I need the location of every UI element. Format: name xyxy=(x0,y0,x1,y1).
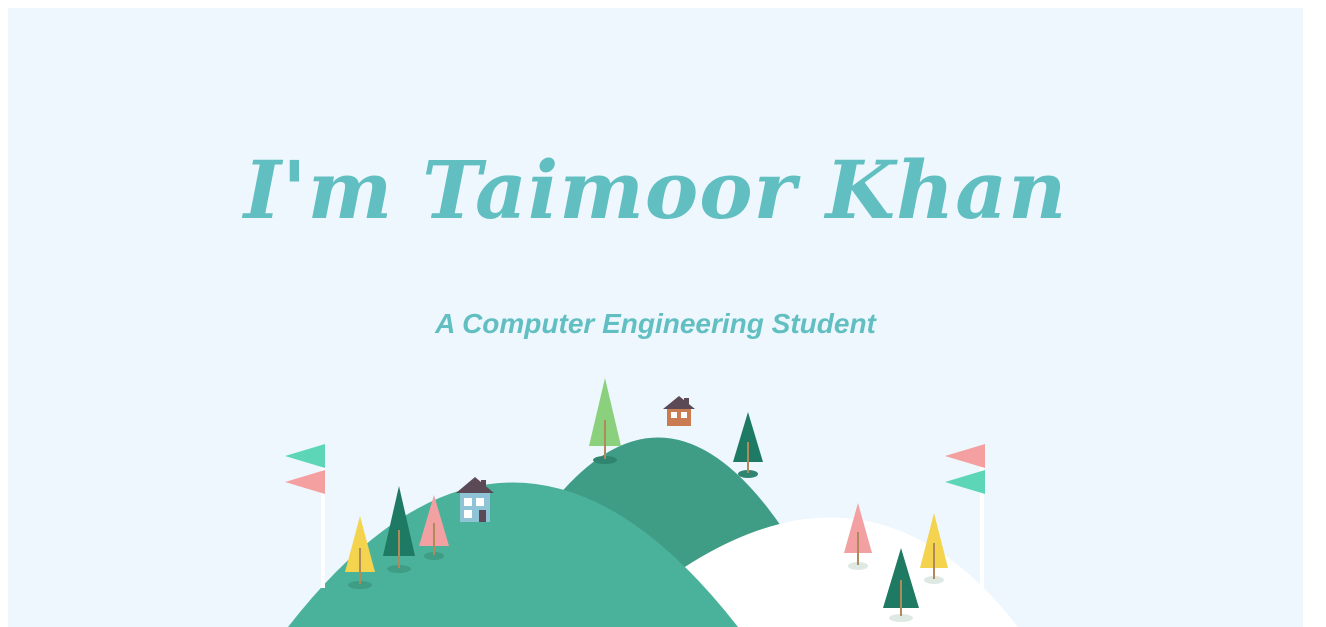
tree-icon xyxy=(733,412,763,478)
hero-title: I'm Taimoor Khan xyxy=(243,143,1068,237)
house-icon xyxy=(456,477,494,522)
house-icon xyxy=(663,396,695,426)
hero-subtitle: A Computer Engineering Student xyxy=(435,308,876,339)
left-flag-icon xyxy=(285,444,325,588)
hero-section: I'm Taimoor Khan A Computer Engineering … xyxy=(8,8,1303,627)
